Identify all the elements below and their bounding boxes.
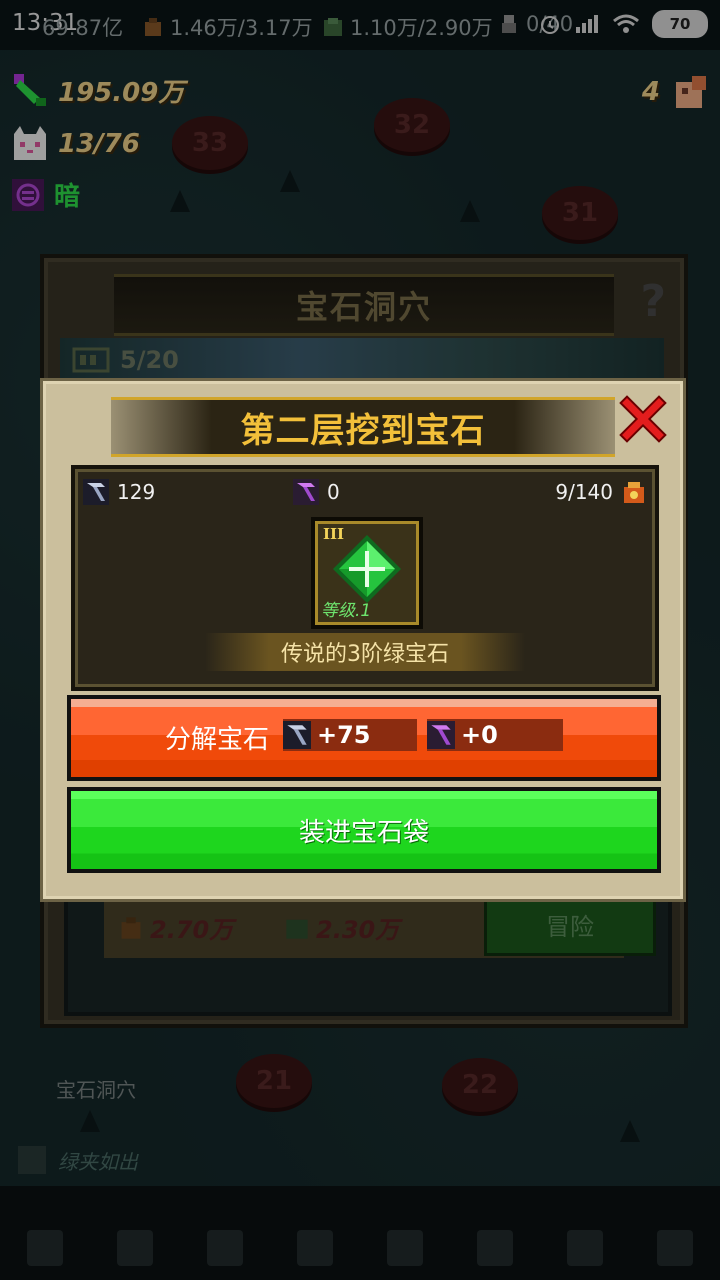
store-label: 装进宝石袋 xyxy=(298,817,429,848)
gem-name-bar: 传说的3阶绿宝石 xyxy=(205,633,525,671)
hammer-icon xyxy=(283,721,311,749)
decompose-label: 分解宝石 xyxy=(165,725,270,755)
purple-count: 0 xyxy=(327,480,340,504)
purple-hammer-icon xyxy=(293,479,319,505)
dialog-title: 第二层挖到宝石 xyxy=(240,410,486,451)
purple-hammer-icon xyxy=(427,721,455,749)
store-in-bag-button[interactable]: 装进宝石袋 xyxy=(67,787,661,873)
gem-info-box: 129 0 9/140 III 等级.1 传说的3阶绿宝石 xyxy=(71,465,659,691)
dialog-title-bar: 第二层挖到宝石 xyxy=(111,397,615,457)
bag-capacity: 9/140 xyxy=(555,480,613,504)
gem-card[interactable]: III 等级.1 xyxy=(311,517,423,629)
gem-found-dialog: 第二层挖到宝石 129 0 9/140 III 等级.1 传说的3阶绿宝石 分解… xyxy=(40,378,686,902)
hammer-icon xyxy=(83,479,109,505)
close-icon[interactable] xyxy=(619,395,667,443)
hammer-count: 129 xyxy=(117,480,156,504)
decompose-gem-button[interactable]: 分解宝石 +75 +0 xyxy=(67,695,661,781)
bag-stat: 9/140 xyxy=(555,479,647,505)
decompose-reward-purple: +0 xyxy=(427,719,563,751)
decompose-reward-hammer: +75 xyxy=(283,719,417,751)
bag-icon xyxy=(624,482,644,503)
hammer-stat: 129 xyxy=(83,479,155,505)
gem-level: 等级.1 xyxy=(321,601,372,621)
reward-hammer-value: +75 xyxy=(317,721,371,749)
reward-purple-value: +0 xyxy=(461,721,498,749)
gem-name: 传说的3阶绿宝石 xyxy=(281,642,449,667)
purple-stat: 0 xyxy=(293,479,340,505)
